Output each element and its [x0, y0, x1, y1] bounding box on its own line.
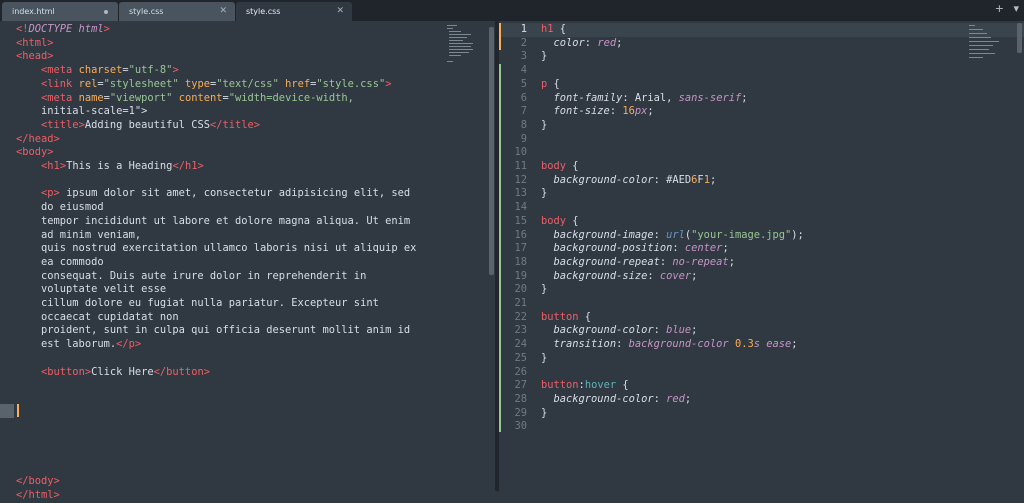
current-line-marker [0, 404, 14, 418]
line-number-gutter: 1 2 3 4 5 6 7 8 9 10 11 12 13 14 15 16 1… [514, 23, 527, 433]
text-caret [17, 404, 19, 417]
minimap-preview [969, 25, 999, 58]
minimap[interactable] [447, 25, 477, 65]
tab-style-css[interactable]: style.css ✕ [119, 2, 235, 21]
tab-bar: index.html style.css ✕ style.css ✕ + ▾ [0, 0, 1024, 21]
unsaved-dot-icon [104, 10, 108, 14]
tab-label: style.css [129, 7, 164, 16]
minimap-preview [447, 25, 473, 62]
close-icon[interactable]: ✕ [219, 2, 227, 21]
tab-menu-icon[interactable]: ▾ [1013, 2, 1019, 15]
editor-pane-style-css[interactable]: 1 2 3 4 5 6 7 8 9 10 11 12 13 14 15 16 1… [499, 21, 1024, 491]
tab-style-css-active[interactable]: style.css ✕ [236, 2, 352, 21]
editor-pane-index-html[interactable]: <!DOCTYPE html> <html> <head> <meta char… [0, 21, 495, 501]
tab-index-html[interactable]: index.html [2, 2, 118, 21]
new-tab-icon[interactable]: + [995, 2, 1004, 15]
minimap[interactable] [969, 25, 1003, 65]
tab-label: style.css [246, 7, 281, 16]
tab-tools: + ▾ [995, 2, 1019, 15]
scrollbar[interactable] [1017, 23, 1022, 53]
close-icon[interactable]: ✕ [336, 2, 344, 21]
code-area[interactable]: h1 { color: red; } p { font-family: Aria… [541, 23, 804, 420]
tab-label: index.html [12, 7, 55, 16]
scrollbar[interactable] [489, 27, 494, 275]
code-area[interactable]: <!DOCTYPE html> <html> <head> <meta char… [16, 23, 416, 503]
